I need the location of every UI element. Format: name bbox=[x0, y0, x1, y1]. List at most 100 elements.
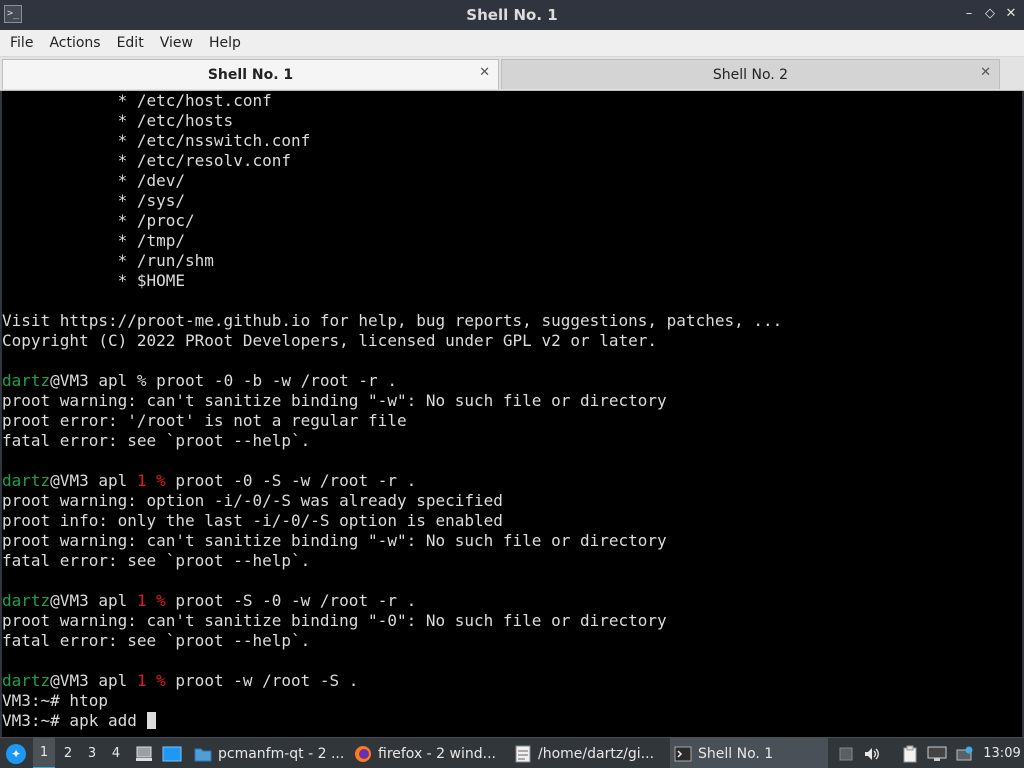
prompt-username: dartz bbox=[2, 591, 51, 610]
terminal-text: @VM3 apl bbox=[50, 671, 137, 690]
minimize-button[interactable]: – bbox=[961, 6, 977, 22]
tab-close-icon[interactable]: ✕ bbox=[479, 65, 490, 80]
volume-button[interactable] bbox=[860, 738, 884, 768]
terminal-text: Copyright (C) 2022 PRoot Developers, lic… bbox=[2, 331, 658, 350]
terminal-text: proot info: only the last -i/-0/-S optio… bbox=[2, 511, 503, 530]
terminal-line: proot info: only the last -i/-0/-S optio… bbox=[2, 511, 1022, 531]
window-title: Shell No. 1 bbox=[466, 6, 558, 24]
terminal-line: dartz@VM3 apl 1 % proot -0 -S -w /root -… bbox=[2, 471, 1022, 491]
terminal-line: dartz@VM3 apl 1 % proot -w /root -S . bbox=[2, 671, 1022, 691]
taskbar-task-editor[interactable]: /home/dartz/gi... bbox=[510, 738, 665, 768]
terminal-output[interactable]: * /etc/host.conf * /etc/hosts * /etc/nss… bbox=[0, 91, 1024, 737]
network-icon bbox=[927, 746, 947, 761]
terminal-line: fatal error: see `proot --help`. bbox=[2, 631, 1022, 651]
menu-actions[interactable]: Actions bbox=[41, 30, 108, 56]
terminal-line: dartz@VM3 apl 1 % proot -S -0 -w /root -… bbox=[2, 591, 1022, 611]
terminal-text: * /etc/resolv.conf bbox=[2, 151, 291, 170]
terminal-text: VM3:~# htop bbox=[2, 691, 108, 710]
taskbar-task-shell[interactable]: Shell No. 1 bbox=[670, 738, 828, 768]
prompt-exit-status: 1 % bbox=[136, 671, 166, 690]
terminal-text: * /run/shm bbox=[2, 251, 214, 270]
window-titlebar: >_ Shell No. 1 – ◇ ✕ bbox=[0, 0, 1024, 30]
application-menu-button[interactable]: ✦ bbox=[4, 738, 28, 768]
desktop-1-button[interactable]: 1 bbox=[33, 738, 55, 768]
terminal-text: fatal error: see `proot --help`. bbox=[2, 631, 311, 650]
desktop-2-button[interactable]: 2 bbox=[57, 738, 79, 768]
terminal-text: @VM3 apl bbox=[50, 471, 137, 490]
clipboard-icon bbox=[903, 745, 917, 762]
tab-close-icon[interactable]: ✕ bbox=[980, 65, 991, 80]
tray-item[interactable] bbox=[834, 738, 858, 768]
terminal-line: * /run/shm bbox=[2, 251, 1022, 271]
terminal-text: proot warning: can't sanitize binding "-… bbox=[2, 531, 667, 550]
terminal-text: fatal error: see `proot --help`. bbox=[2, 431, 311, 450]
terminal-line: * /etc/hosts bbox=[2, 111, 1022, 131]
terminal-text: proot warning: option -i/-0/-S was alrea… bbox=[2, 491, 503, 510]
task-label: firefox - 2 wind... bbox=[378, 745, 496, 762]
restore-button[interactable]: ◇ bbox=[982, 6, 998, 22]
close-button[interactable]: ✕ bbox=[1003, 6, 1019, 22]
menu-help[interactable]: Help bbox=[201, 30, 249, 56]
tray-placeholder-icon bbox=[839, 747, 853, 760]
terminal-line: * /proc/ bbox=[2, 211, 1022, 231]
prompt-exit-status: 1 % bbox=[136, 591, 166, 610]
taskbar-task-pcmanfm[interactable]: pcmanfm-qt - 2 ... bbox=[190, 738, 345, 768]
menu-view[interactable]: View bbox=[152, 30, 201, 56]
network-button[interactable] bbox=[925, 738, 949, 768]
prompt-username: dartz bbox=[2, 371, 51, 390]
terminal-line: proot warning: can't sanitize binding "-… bbox=[2, 391, 1022, 411]
firefox-icon bbox=[355, 745, 371, 762]
terminal-text: proot -S -0 -w /root -r . bbox=[165, 591, 417, 610]
terminal-icon bbox=[674, 746, 692, 761]
taskbar: ✦ 1 2 3 4 pcmanfm-qt - 2 ... firefox - 2… bbox=[0, 737, 1024, 768]
terminal-line: * $HOME bbox=[2, 271, 1022, 291]
terminal-text: * /dev/ bbox=[2, 171, 186, 190]
terminal-text: * /etc/nsswitch.conf bbox=[2, 131, 311, 150]
terminal-line: Copyright (C) 2022 PRoot Developers, lic… bbox=[2, 331, 1022, 351]
prompt-username: dartz bbox=[2, 471, 51, 490]
terminal-line: proot warning: can't sanitize binding "-… bbox=[2, 531, 1022, 551]
taskbar-task-firefox[interactable]: firefox - 2 wind... bbox=[350, 738, 505, 768]
update-button[interactable] bbox=[953, 738, 977, 768]
terminal-text: proot warning: can't sanitize binding "-… bbox=[2, 391, 667, 410]
window-switcher-button[interactable] bbox=[159, 738, 185, 768]
prompt-username: dartz bbox=[2, 671, 51, 690]
task-label: Shell No. 1 bbox=[698, 745, 774, 762]
update-icon bbox=[956, 746, 973, 760]
terminal-line: * /dev/ bbox=[2, 171, 1022, 191]
task-label: /home/dartz/gi... bbox=[538, 745, 655, 762]
desktop-3-button[interactable]: 3 bbox=[81, 738, 103, 768]
task-label: pcmanfm-qt - 2 ... bbox=[218, 745, 345, 762]
menu-file[interactable]: File bbox=[2, 30, 41, 56]
tab-label: Shell No. 2 bbox=[712, 66, 789, 83]
terminal-text: * /tmp/ bbox=[2, 231, 186, 250]
terminal-line: * /tmp/ bbox=[2, 231, 1022, 251]
terminal-line: dartz@VM3 apl % proot -0 -b -w /root -r … bbox=[2, 371, 1022, 391]
terminal-text: * /proc/ bbox=[2, 211, 195, 230]
terminal-text: * $HOME bbox=[2, 271, 186, 290]
tab-label: Shell No. 1 bbox=[207, 66, 294, 83]
desktop-4-button[interactable]: 4 bbox=[105, 738, 127, 768]
window-switcher-icon bbox=[162, 746, 182, 761]
tab-shell-2[interactable]: Shell No. 2 ✕ bbox=[501, 59, 1000, 89]
clock[interactable]: 13:09 bbox=[980, 738, 1024, 768]
tab-shell-1[interactable]: Shell No. 1 ✕ bbox=[2, 59, 499, 89]
terminal-line: proot warning: can't sanitize binding "-… bbox=[2, 611, 1022, 631]
terminal-text: Visit https://proot-me.github.io for hel… bbox=[2, 311, 783, 330]
terminal-text: * /etc/host.conf bbox=[2, 91, 272, 110]
terminal-text: * /sys/ bbox=[2, 191, 186, 210]
terminal-line: * /sys/ bbox=[2, 191, 1022, 211]
text-editor-icon bbox=[515, 745, 531, 762]
terminal-line: VM3:~# htop bbox=[2, 691, 1022, 711]
menubar: File Actions Edit View Help bbox=[0, 30, 1024, 57]
clipboard-button[interactable] bbox=[898, 738, 922, 768]
terminal-line: fatal error: see `proot --help`. bbox=[2, 551, 1022, 571]
start-menu-icon: ✦ bbox=[6, 743, 26, 764]
menu-edit[interactable]: Edit bbox=[109, 30, 152, 56]
show-desktop-button[interactable] bbox=[131, 738, 157, 768]
